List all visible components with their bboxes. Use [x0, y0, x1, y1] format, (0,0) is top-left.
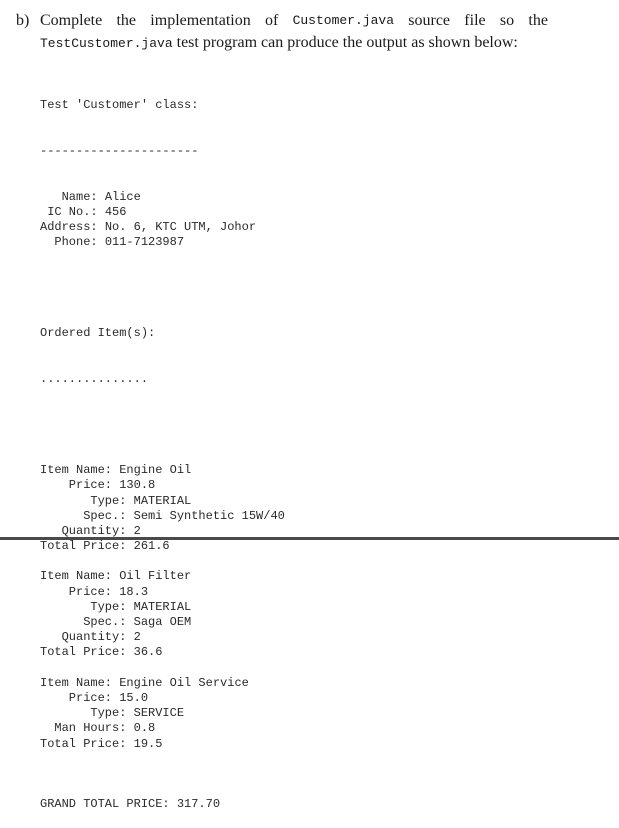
customer-field-value: No. 6, KTC UTM, Johor	[104, 219, 257, 234]
item-field-value: 18.3	[119, 584, 149, 599]
code-customer-java: Customer.java	[292, 13, 394, 28]
item-field: Item Name: Engine Oil Service	[40, 676, 285, 691]
word: Complete	[40, 12, 103, 29]
item-field: Item Name: Engine Oil	[40, 463, 285, 478]
customer-field-label: Phone:	[40, 235, 105, 250]
item-field: Type: MATERIAL	[40, 494, 285, 509]
item-field-value: Saga OEM	[133, 615, 192, 629]
item-field-value: Semi Synthetic 15W/40	[133, 508, 285, 523]
item-field-label: Type:	[40, 599, 134, 614]
item-field: Total Price: 36.6	[40, 645, 285, 660]
item-field: Price: 18.3	[40, 585, 285, 600]
customer-field-label: IC No.:	[40, 204, 105, 219]
word: the	[116, 12, 137, 29]
item-field-label: Price:	[40, 690, 120, 705]
item-field-label: Item Name:	[40, 463, 120, 478]
customer-details: Name: Alice IC No.: 456 Address: No. 6, K…	[40, 190, 285, 251]
item-field-value: 15.0	[119, 690, 149, 705]
customer-field: Name: Alice	[40, 190, 285, 205]
question-line-1: Complete the implementation of Customer.…	[40, 10, 548, 32]
item-field-label: Type:	[40, 706, 134, 721]
item-field-value: 36.6	[133, 645, 163, 660]
item-field-value: 19.5	[133, 736, 163, 751]
item-field-label: Quantity:	[40, 630, 134, 645]
item-field-value: 2	[133, 523, 141, 538]
item-field: Price: 15.0	[40, 691, 285, 706]
grand-total-value: 317.70	[176, 797, 221, 812]
item-field-value: Engine Oil Service	[119, 675, 249, 690]
order-item: Item Name: Engine Oil Service Price: 15.…	[40, 676, 285, 767]
item-field: Spec.: Saga OEM	[40, 615, 285, 630]
item-field-label: Total Price:	[40, 645, 134, 660]
customer-field: Phone: 011-7123987	[40, 235, 285, 250]
word: file	[464, 12, 486, 29]
customer-field-label: Address:	[40, 219, 105, 234]
ordered-items: Item Name: Engine Oil Price: 130.8 Type:…	[40, 463, 285, 767]
question-line-2-text: test program can produce the output as s…	[172, 34, 518, 51]
question-b: b) Complete the implementation of Custom…	[16, 10, 548, 55]
item-field-label: Spec.:	[40, 615, 134, 629]
items-header: Ordered Item(s):	[40, 326, 156, 341]
question-text: Complete the implementation of Customer.…	[40, 10, 548, 55]
output-header-rule: ----------------------	[40, 144, 199, 158]
bottom-border	[0, 537, 619, 540]
item-field: Type: MATERIAL	[40, 600, 285, 615]
item-field: Item Name: Oil Filter	[40, 569, 285, 584]
item-field-value: 130.8	[119, 478, 156, 493]
customer-field-value: 011-7123987	[104, 235, 185, 250]
item-field-value: Oil Filter	[119, 569, 192, 584]
item-field: Type: SERVICE	[40, 706, 285, 721]
item-field-value: MATERIAL	[133, 599, 192, 614]
item-field-label: Type:	[40, 493, 134, 508]
item-field-value: Engine Oil	[119, 463, 192, 478]
item-field-label: Man Hours:	[40, 721, 134, 736]
item-field-value: 0.8	[133, 721, 156, 736]
item-field-label: Quantity:	[40, 523, 134, 538]
order-item: Item Name: Oil Filter Price: 18.3 Type: …	[40, 569, 285, 675]
customer-field-value: Alice	[104, 189, 141, 204]
items-rule: ...............	[40, 371, 149, 386]
item-field-value: MATERIAL	[133, 493, 192, 508]
item-field: Man Hours: 0.8	[40, 721, 285, 736]
item-field: Quantity: 2	[40, 630, 285, 645]
item-field: Spec.: Semi Synthetic 15W/40	[40, 509, 285, 524]
item-field-value: SERVICE	[133, 706, 185, 721]
item-field: Total Price: 261.6	[40, 539, 285, 554]
item-field: Price: 130.8	[40, 478, 285, 493]
item-field-value: 2	[133, 630, 141, 645]
item-field-label: Item Name:	[40, 569, 120, 584]
word: source	[408, 12, 451, 29]
item-field: Total Price: 19.5	[40, 737, 285, 752]
order-item: Item Name: Engine Oil Price: 130.8 Type:…	[40, 463, 285, 569]
customer-field-value: 456	[104, 204, 127, 219]
customer-field: Address: No. 6, KTC UTM, Johor	[40, 220, 285, 235]
customer-field: IC No.: 456	[40, 205, 285, 220]
item-field-label: Price:	[40, 478, 120, 493]
question-label: b)	[16, 12, 30, 29]
question-line-2: TestCustomer.java test program can produ…	[40, 32, 548, 55]
grand-total-label: GRAND TOTAL PRICE:	[40, 797, 177, 812]
word: the	[528, 12, 548, 29]
word: implementation	[150, 12, 251, 29]
grand-total-line: GRAND TOTAL PRICE: 317.70	[40, 797, 285, 812]
customer-field-label: Name:	[40, 189, 105, 204]
word: of	[264, 12, 279, 29]
word: so	[499, 12, 515, 29]
item-field-label: Total Price:	[40, 539, 134, 554]
item-field-label: Item Name:	[40, 675, 120, 690]
item-field-label: Total Price:	[40, 736, 134, 751]
code-testcustomer-java: TestCustomer.java	[40, 36, 173, 51]
item-field-label: Price:	[40, 584, 120, 599]
item-field-label: Spec.:	[40, 508, 134, 523]
item-field-value: 261.6	[133, 539, 170, 554]
output-header: Test 'Customer' class:	[40, 98, 199, 113]
program-output: Test 'Customer' class: -----------------…	[40, 68, 285, 828]
